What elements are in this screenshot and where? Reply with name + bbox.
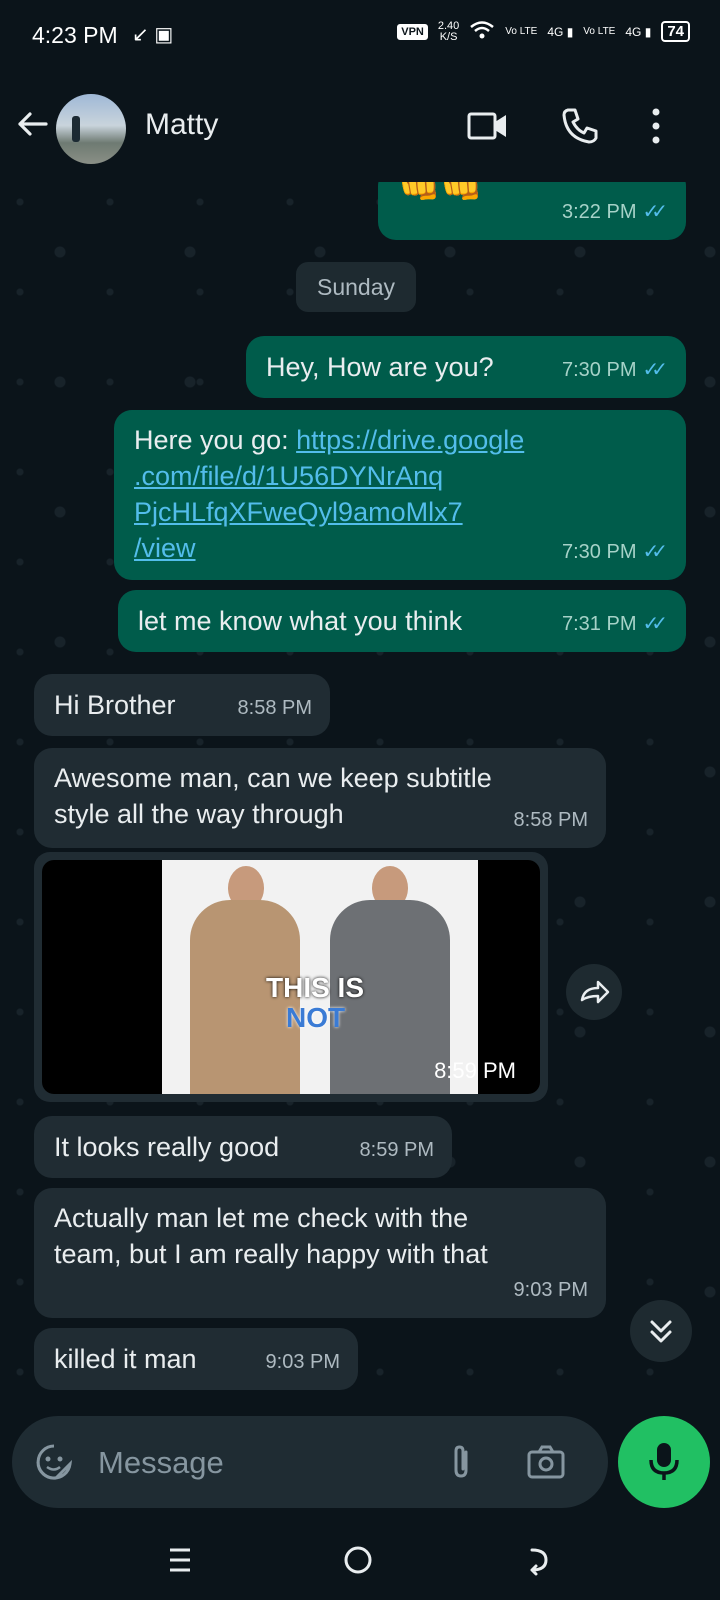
emoji-text: 👊👊 bbox=[398, 182, 483, 205]
message-bubble-in[interactable]: Actually man let me check with the team,… bbox=[34, 1188, 606, 1318]
message-line: style all the way through bbox=[54, 799, 344, 829]
signal-2: 4G ▮ bbox=[625, 24, 652, 39]
double-check-icon: ✓✓ bbox=[642, 359, 667, 381]
drive-link-line[interactable]: /view bbox=[134, 533, 196, 563]
message-text: It looks really good bbox=[54, 1132, 280, 1162]
vpn-badge: VPN bbox=[397, 23, 428, 40]
message-time: 8:58 PM bbox=[513, 809, 588, 831]
notification-icons: ↙ ▣ bbox=[132, 24, 174, 46]
video-message[interactable]: THIS IS NOT 8:59 PM bbox=[34, 852, 548, 1102]
net-speed: 2.40 K/S bbox=[438, 20, 459, 43]
wifi-icon bbox=[469, 20, 495, 43]
message-bubble-in[interactable]: Awesome man, can we keep subtitle style … bbox=[34, 748, 606, 848]
message-line: team, but I am really happy with that bbox=[54, 1239, 488, 1269]
message-time: 3:22 PM bbox=[562, 201, 637, 223]
attach-icon[interactable] bbox=[442, 1442, 482, 1482]
day-divider: Sunday bbox=[296, 262, 416, 312]
mic-button[interactable] bbox=[618, 1416, 710, 1508]
drive-link-line[interactable]: PjcHLfqXFweQyl9amoMlx7 bbox=[134, 497, 463, 527]
message-composer bbox=[12, 1416, 608, 1508]
video-call-icon[interactable] bbox=[466, 106, 506, 146]
status-right-icons: VPN 2.40 K/S Vo LTE 4G ▮ Vo LTE 4G ▮ 74 bbox=[397, 20, 690, 43]
net-type-1: 4G bbox=[547, 24, 564, 39]
more-vert-icon[interactable] bbox=[644, 106, 668, 146]
message-bubble-out[interactable]: Here you go: https://drive.google .com/f… bbox=[114, 410, 686, 580]
battery-indicator: 74 bbox=[661, 21, 690, 42]
message-text: Hey, How are you? bbox=[266, 352, 494, 382]
recents-icon[interactable] bbox=[160, 1540, 200, 1580]
phone-icon[interactable] bbox=[560, 106, 600, 146]
back-arrow-icon[interactable] bbox=[14, 106, 50, 142]
drive-link-line[interactable]: .com/file/d/1U56DYNrAnq bbox=[134, 461, 443, 491]
message-bubble-in[interactable]: It looks really good 8:59 PM bbox=[34, 1116, 452, 1178]
message-time: 8:58 PM bbox=[237, 697, 312, 719]
message-text: killed it man bbox=[54, 1344, 197, 1374]
drive-link-line[interactable]: https://drive.google bbox=[296, 425, 524, 455]
message-text: Awesome man, can we keep subtitle style … bbox=[54, 760, 492, 832]
message-text: Here you go: https://drive.google .com/f… bbox=[134, 422, 604, 566]
message-text: Actually man let me check with the team,… bbox=[54, 1200, 488, 1272]
message-time: 9:03 PM bbox=[513, 1279, 588, 1301]
signal-1: 4G ▮ bbox=[547, 24, 574, 39]
message-line: Awesome man, can we keep subtitle bbox=[54, 763, 492, 793]
message-time: 7:30 PM bbox=[562, 541, 637, 563]
contact-name[interactable]: Matty bbox=[145, 108, 218, 142]
net-speed-unit: K/S bbox=[439, 30, 458, 43]
message-bubble-out[interactable]: let me know what you think 7:31 PM ✓✓ bbox=[118, 590, 686, 652]
net-type-2: 4G bbox=[625, 24, 642, 39]
message-input[interactable] bbox=[96, 1438, 420, 1488]
volte-1: Vo LTE bbox=[505, 25, 538, 37]
double-check-icon: ✓✓ bbox=[642, 613, 667, 635]
sticker-icon[interactable] bbox=[34, 1442, 74, 1482]
volte-2: Vo LTE bbox=[583, 25, 616, 37]
message-time: 7:30 PM bbox=[562, 359, 637, 381]
message-bubble-out[interactable]: Hey, How are you? 7:30 PM ✓✓ bbox=[246, 336, 686, 398]
chat-header: Matty bbox=[0, 72, 720, 182]
back-nav-icon[interactable] bbox=[518, 1540, 558, 1580]
message-time: 9:03 PM bbox=[265, 1351, 340, 1373]
message-text: let me know what you think bbox=[138, 606, 463, 636]
message-bubble-in[interactable]: killed it man 9:03 PM bbox=[34, 1328, 358, 1390]
camera-icon[interactable] bbox=[526, 1442, 566, 1482]
home-icon[interactable] bbox=[338, 1540, 378, 1580]
message-line: Actually man let me check with the bbox=[54, 1203, 469, 1233]
scroll-down-button[interactable] bbox=[630, 1300, 692, 1362]
message-prefix: Here you go: bbox=[134, 425, 297, 455]
message-text: Hi Brother bbox=[54, 690, 176, 720]
message-time: 7:31 PM bbox=[562, 613, 637, 635]
system-nav-bar bbox=[0, 1520, 720, 1600]
video-time: 8:59 PM bbox=[434, 1058, 516, 1083]
video-caption-line1: THIS IS bbox=[266, 972, 365, 1003]
double-check-icon: ✓✓ bbox=[642, 541, 667, 563]
message-time: 8:59 PM bbox=[359, 1139, 434, 1161]
double-check-icon: ✓✓ bbox=[642, 201, 667, 223]
status-time: 4:23 PM bbox=[32, 22, 118, 48]
forward-icon[interactable] bbox=[566, 964, 622, 1020]
status-bar: 4:23 PM ↙ ▣ VPN 2.40 K/S Vo LTE 4G ▮ Vo L… bbox=[0, 0, 720, 72]
video-caption-line2: NOT bbox=[286, 1002, 346, 1033]
message-bubble-out[interactable]: 👊👊 3:22 PM ✓✓ bbox=[378, 182, 686, 240]
chat-area[interactable]: 👊👊 3:22 PM ✓✓ Sunday Hey, How are you? 7:… bbox=[0, 182, 720, 1397]
message-bubble-in[interactable]: Hi Brother 8:58 PM bbox=[34, 674, 330, 736]
video-frame: THIS IS NOT bbox=[162, 860, 478, 1094]
video-thumbnail[interactable]: THIS IS NOT 8:59 PM bbox=[42, 860, 540, 1094]
mic-icon bbox=[649, 1443, 679, 1480]
avatar[interactable] bbox=[56, 94, 126, 164]
